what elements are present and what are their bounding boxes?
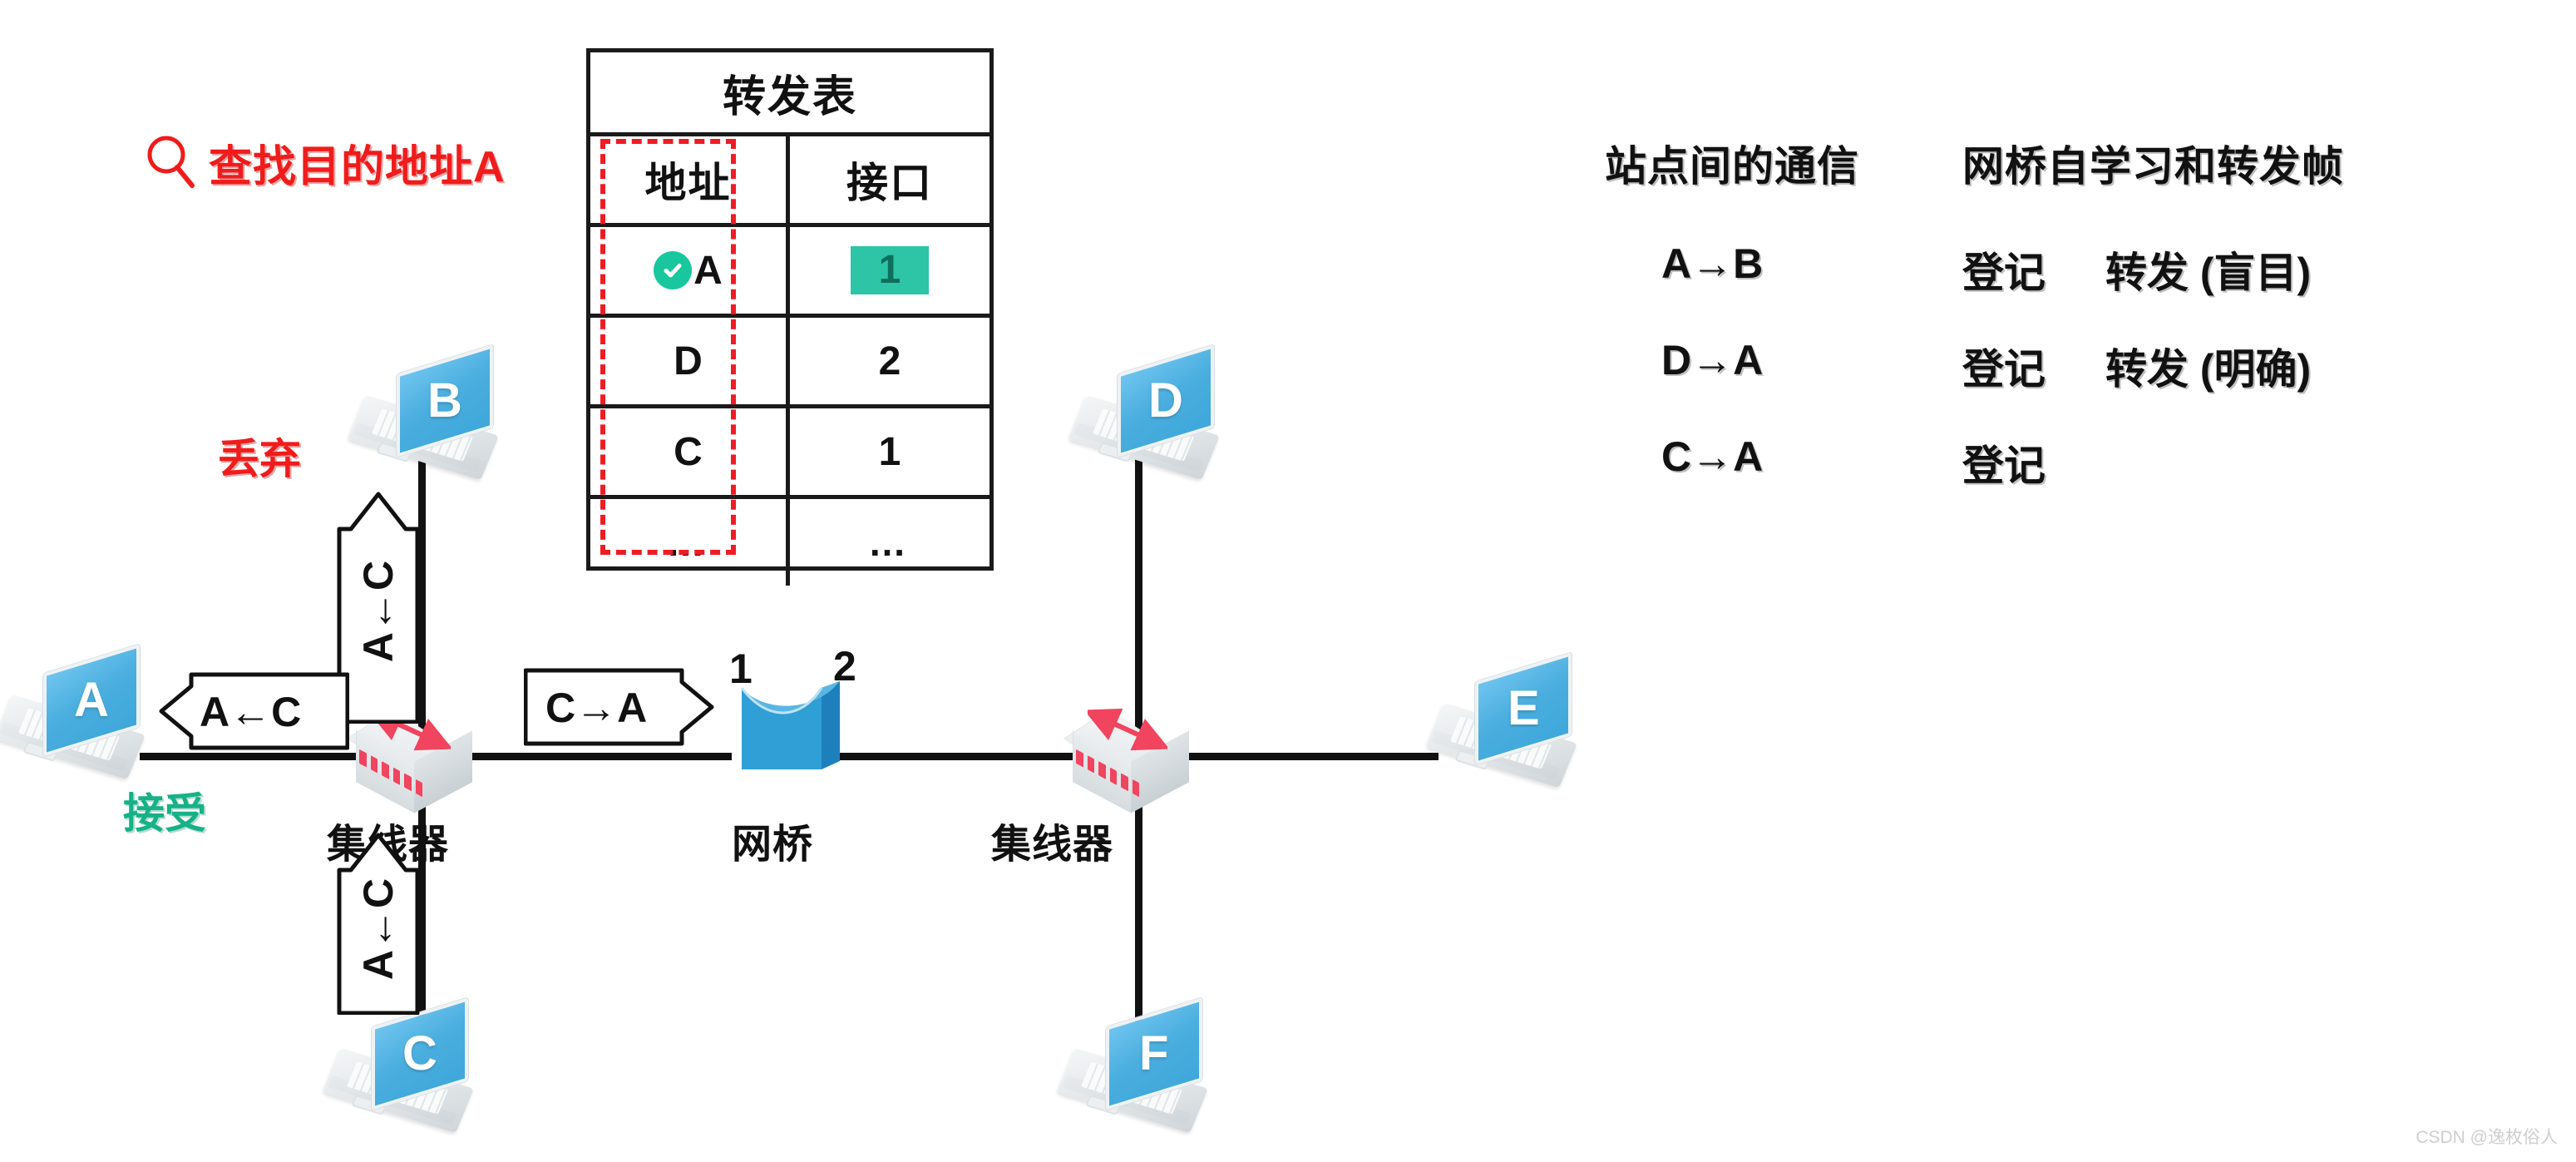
cell-address-text: A (693, 248, 723, 293)
panel-row: C→A 登记 (1605, 433, 2528, 492)
panel-row: D→A 登记 转发 (明确) (1605, 336, 2528, 396)
frame-label: A←C (355, 878, 402, 981)
panel-result: 转发 (明确) (2105, 346, 2312, 393)
panel-flow: A→B (1661, 240, 1764, 287)
panel-action: 登记 (1962, 250, 2046, 296)
interface-highlight: 1 (850, 245, 930, 295)
laptop-b: B (348, 344, 503, 482)
laptop-letter: D (1148, 373, 1183, 428)
laptop-letter: B (427, 373, 462, 428)
table-header-row: 地址 接口 (590, 136, 989, 227)
bridge-label: 网桥 (732, 823, 814, 867)
link-bridge-to-hub-right (840, 753, 1098, 760)
laptop-a: A (0, 644, 150, 782)
panel-result: 转发 (盲目) (2105, 250, 2312, 296)
laptop-letter: A (74, 673, 109, 728)
cell-interface: 1 (790, 227, 989, 314)
cell-address: D (590, 318, 790, 404)
frame-label: A←C (200, 689, 302, 735)
magnifier-icon (147, 136, 195, 188)
search-callout-text: 查找目的地址A (209, 143, 506, 191)
frame-label: A←C (355, 560, 402, 663)
forwarding-table-title: 转发表 (590, 52, 989, 136)
discard-label: 丢弃 (218, 436, 301, 482)
laptop-e: E (1426, 652, 1582, 790)
laptop-c: C (323, 997, 478, 1135)
column-header-address: 地址 (590, 136, 790, 223)
panel-header: 站点间的通信 网桥自学习和转发帧 (1605, 133, 2528, 193)
panel-action: 登记 (1962, 443, 2046, 489)
link-hub-right-to-e (1181, 753, 1439, 760)
frame-to-a: A←C (158, 670, 350, 753)
hub-right-label: 集线器 (991, 823, 1114, 867)
table-row: C 1 (590, 408, 989, 499)
cell-interface: … (868, 520, 911, 564)
bridge-port-2-label: 2 (833, 643, 856, 690)
hub-bidirectional-arrow-icon (1088, 708, 1167, 751)
forwarding-table: 转发表 地址 接口 A 1 D 2 C 1 … … (586, 48, 994, 586)
panel-title-bridge-learning: 网桥自学习和转发帧 (1962, 143, 2344, 190)
link-hub-left-to-bridge (466, 753, 732, 760)
column-header-interface: 接口 (846, 160, 933, 206)
frame-from-c: A←C (333, 832, 424, 1016)
frame-label: C→A (545, 685, 648, 731)
panel-title-communication: 站点间的通信 (1605, 143, 1859, 190)
laptop-letter: E (1507, 681, 1540, 735)
laptop-letter: F (1139, 1026, 1169, 1080)
search-callout: 查找目的地址A (146, 131, 506, 194)
table-row: … … (590, 499, 989, 586)
cell-address: … (590, 499, 790, 586)
cell-interface: 1 (878, 429, 901, 474)
panel-row: A→B 登记 转发 (盲目) (1605, 240, 2528, 299)
accept-label: 接受 (123, 790, 206, 837)
bridge-port-1-label: 1 (729, 645, 753, 692)
frame-c-to-a: C→A (523, 665, 715, 749)
cell-address: A (590, 227, 790, 314)
check-icon (654, 251, 693, 289)
laptop-f: F (1057, 997, 1212, 1135)
hub-right (1063, 703, 1196, 813)
table-row: A 1 (590, 227, 989, 318)
panel-flow: C→A (1661, 433, 1764, 480)
cell-interface: 2 (878, 339, 901, 383)
laptop-d: D (1068, 344, 1224, 482)
cell-address: C (590, 408, 790, 495)
table-row: D 2 (590, 318, 989, 408)
panel-flow: D→A (1661, 337, 1764, 383)
panel-action: 登记 (1962, 346, 2046, 393)
laptop-letter: C (402, 1026, 437, 1081)
explanation-panel: 站点间的通信 网桥自学习和转发帧 A→B 登记 转发 (盲目) D→A 登记 转… (1605, 133, 2528, 492)
watermark: CSDN @逸枚俗人 (2416, 1128, 2558, 1147)
